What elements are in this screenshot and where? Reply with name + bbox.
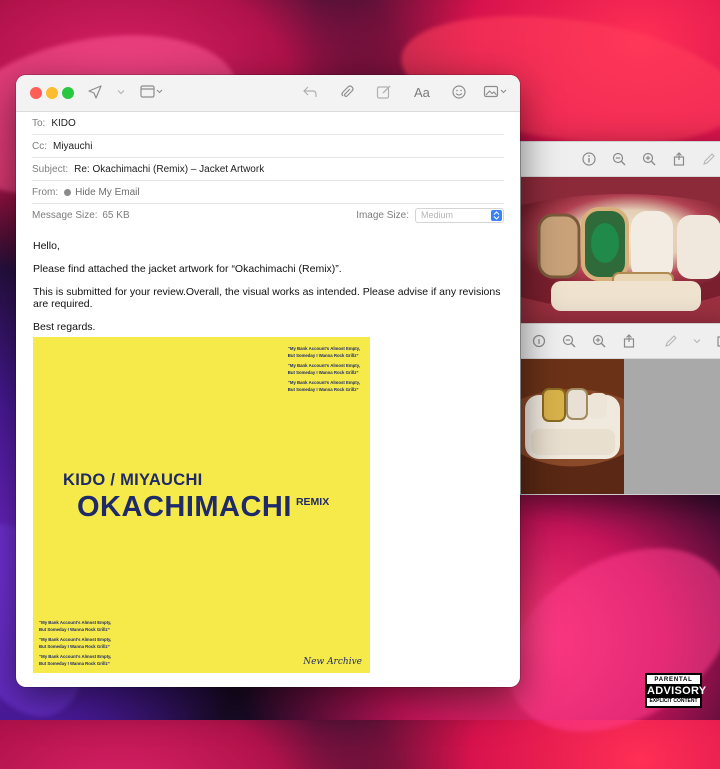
chevron-down-icon[interactable] — [117, 88, 125, 96]
compose-markup-icon[interactable] — [376, 84, 392, 100]
close-button[interactable] — [30, 87, 42, 99]
teeth-illustration — [521, 177, 720, 324]
zoom-out-icon[interactable] — [611, 151, 627, 167]
header-fields-icon[interactable] — [140, 84, 164, 100]
quote-line: “My Bank Account’s Almost Empty, — [39, 654, 112, 659]
attached-artwork[interactable]: “My Bank Account’s Almost Empty, But Som… — [33, 337, 370, 673]
message-body[interactable]: Hello, Please find attached the jacket a… — [16, 240, 520, 333]
info-icon[interactable] — [581, 151, 597, 167]
quote-line: But Someday I Wanna Rock Grillz” — [287, 353, 359, 358]
release-title: OKACHIMACHI REMIX — [77, 491, 329, 524]
select-stepper-icon — [491, 209, 502, 221]
quote-line: “My Bank Account’s Almost Empty, — [287, 363, 360, 368]
preview-toolbar-2 — [521, 324, 720, 359]
markup-icon[interactable] — [663, 333, 679, 349]
parental-advisory-logo: PARENTAL ADVISORY EXPLICIT CONTENT — [645, 673, 707, 708]
zoom-in-icon[interactable] — [641, 151, 657, 167]
quote-line: “My Bank Account’s Almost Empty, — [287, 380, 360, 385]
gray-canvas — [624, 359, 720, 494]
mail-compose-window[interactable]: Aa To: KIDO Cc: Miyauchi Subject: Re: Ok… — [16, 75, 520, 687]
to-value[interactable]: KIDO — [51, 118, 75, 129]
image-size-label: Image Size: — [356, 209, 409, 221]
format-text-button[interactable]: Aa — [414, 85, 430, 100]
body-line-1: Please find attached the jacket artwork … — [33, 263, 342, 275]
quote-block-bottom: “My Bank Account’s Almost Empty, But Som… — [39, 619, 111, 667]
image-size-select[interactable]: Medium — [415, 207, 504, 223]
title-bar: Aa — [16, 75, 520, 112]
zoom-out-icon[interactable] — [561, 333, 577, 349]
preview-window-2[interactable] — [520, 323, 720, 495]
from-label: From: — [32, 186, 59, 198]
quote-line: “My Bank Account’s Almost Empty, — [39, 620, 112, 625]
to-field[interactable]: To: KIDO — [32, 112, 504, 135]
from-value[interactable]: Hide My Email — [75, 187, 139, 198]
photo-browser-icon[interactable] — [483, 84, 509, 100]
quote-line: “My Bank Account’s Almost Empty, — [287, 346, 360, 351]
minimize-button[interactable] — [46, 87, 58, 99]
signoff: Best regards. — [33, 321, 96, 333]
hide-my-email-icon — [64, 188, 72, 196]
reply-icon[interactable] — [302, 84, 318, 100]
advisory-bottom: EXPLICIT CONTENT — [649, 697, 698, 704]
rotate-icon[interactable] — [531, 333, 547, 349]
preview-window-1[interactable] — [520, 141, 720, 325]
quote-line: But Someday I Wanna Rock Grillz” — [39, 661, 110, 666]
quote-line: But Someday I Wanna Rock Grillz” — [39, 644, 110, 649]
zoom-in-icon[interactable] — [591, 333, 607, 349]
label-logo: New Archive — [303, 657, 362, 667]
send-icon[interactable] — [87, 84, 103, 100]
emoji-icon[interactable] — [451, 84, 467, 100]
greeting: Hello, — [33, 240, 60, 252]
cc-field[interactable]: Cc: Miyauchi — [32, 135, 504, 158]
chevron-down-icon[interactable] — [693, 333, 701, 349]
advisory-main: ADVISORY — [647, 684, 707, 698]
quote-line: But Someday I Wanna Rock Grillz” — [287, 387, 359, 392]
advisory-top: PARENTAL — [647, 677, 700, 685]
grillz-photo-2 — [521, 359, 624, 494]
window-icon[interactable] — [715, 333, 720, 349]
quote-line: “My Bank Account’s Almost Empty, — [39, 637, 112, 642]
markup-icon[interactable] — [701, 151, 717, 167]
grillz-photo-1 — [521, 177, 720, 324]
release-title-text: OKACHIMACHI — [77, 491, 292, 523]
body-line-2: This is submitted for your review.Overal… — [33, 286, 501, 310]
from-field[interactable]: From: Hide My Email — [32, 181, 504, 204]
to-label: To: — [32, 117, 46, 129]
message-size-label: Message Size: — [32, 209, 98, 221]
message-size-row: Message Size: 65 KB Image Size: Medium — [32, 204, 504, 226]
subject-field[interactable]: Subject: Re: Okachimachi (Remix) – Jacke… — [32, 158, 504, 181]
image-size-value: Medium — [421, 210, 454, 220]
quote-line: But Someday I Wanna Rock Grillz” — [39, 627, 110, 632]
zoom-button[interactable] — [62, 87, 74, 99]
message-size-value: 65 KB — [102, 209, 130, 221]
cc-value[interactable]: Miyauchi — [53, 141, 92, 152]
remix-tag: REMIX — [295, 496, 330, 508]
share-icon[interactable] — [671, 151, 687, 167]
share-icon[interactable] — [621, 333, 637, 349]
quote-block-top: “My Bank Account’s Almost Empty, But Som… — [288, 345, 360, 393]
paperclip-icon[interactable] — [339, 84, 355, 100]
cc-label: Cc: — [32, 140, 47, 152]
quote-line: But Someday I Wanna Rock Grillz” — [287, 370, 359, 375]
teeth-illustration-2 — [521, 359, 624, 494]
subject-label: Subject: — [32, 163, 69, 175]
subject-value[interactable]: Re: Okachimachi (Remix) – Jacket Artwork — [74, 164, 264, 175]
preview-toolbar — [521, 142, 720, 177]
artist-name: KIDO / MIYAUCHI — [63, 471, 203, 489]
